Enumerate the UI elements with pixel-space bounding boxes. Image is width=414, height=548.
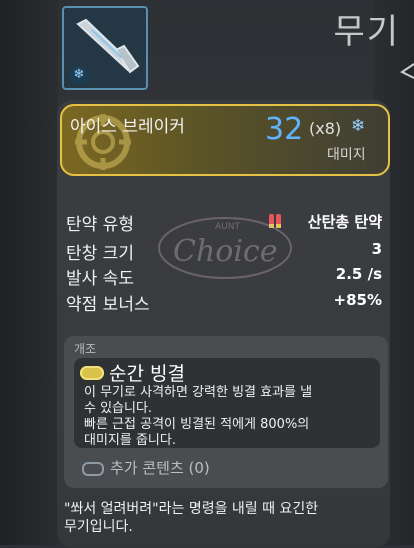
snowflake-icon: ❄ <box>351 116 366 136</box>
stat-row-fire-rate: 발사 속도 2.5 /s <box>66 264 382 290</box>
mod-name: 순간 빙결 <box>109 363 185 385</box>
extra-content-label[interactable]: 추가 콘텐츠 (0) <box>110 457 210 478</box>
damage-multiplier: (x8) <box>309 119 342 138</box>
weapon-name: 아이스 브레이커 <box>70 117 185 137</box>
mod-description-line: 빠른 근접 공격이 빙결된 적에게 800%의 <box>84 417 310 432</box>
stat-label: 탄창 크기 <box>66 244 134 264</box>
left-panel-strip <box>0 0 58 545</box>
stat-row-magazine: 탄창 크기 3 <box>66 239 382 265</box>
page-title: 무기 <box>333 12 400 52</box>
stat-row-weakpoint: 약점 보너스 +85% <box>66 290 382 316</box>
damage-label: 대미지 <box>327 147 366 163</box>
flavor-line: 무기입니다. <box>64 519 133 535</box>
mod-section-label: 개조 <box>74 342 97 356</box>
mod-description-line: 수 있습니다. <box>84 401 153 416</box>
flavor-text: "쏴서 얼려버려"라는 명령을 내릴 때 요긴한 무기입니다. <box>64 500 384 536</box>
mod-description-line: 이 무기로 사격하면 강력한 빙결 효과를 낼 <box>84 385 313 400</box>
stat-value: 3 <box>371 240 382 258</box>
mod-capsule-icon <box>80 366 104 380</box>
stat-value: +85% <box>333 291 382 309</box>
stat-label: 탄약 유형 <box>66 215 134 235</box>
stat-row-ammo-type: 탄약 유형 산탄총 탄약 <box>66 210 382 236</box>
stat-label: 약점 보너스 <box>66 295 150 315</box>
arrow-icon <box>400 63 414 79</box>
weapon-thumbnail[interactable]: ❄ <box>62 6 148 90</box>
stat-value: 산탄총 탄약 <box>307 213 382 231</box>
frost-badge-icon: ❄ <box>70 66 88 84</box>
extra-content-icon <box>82 462 104 476</box>
stat-label: 발사 속도 <box>66 269 134 289</box>
shotgun-ammo-icon <box>269 214 281 228</box>
stat-value: 2.5 /s <box>335 265 382 283</box>
mod-description-line: 대미지를 줍니다. <box>84 433 176 448</box>
mod-description: 이 무기로 사격하면 강력한 빙결 효과를 낼 수 있습니다. 빠른 근접 공격… <box>84 385 376 449</box>
flavor-line: "쏴서 얼려버려"라는 명령을 내릴 때 요긴한 <box>64 501 319 517</box>
damage-value: 32 <box>265 112 304 147</box>
